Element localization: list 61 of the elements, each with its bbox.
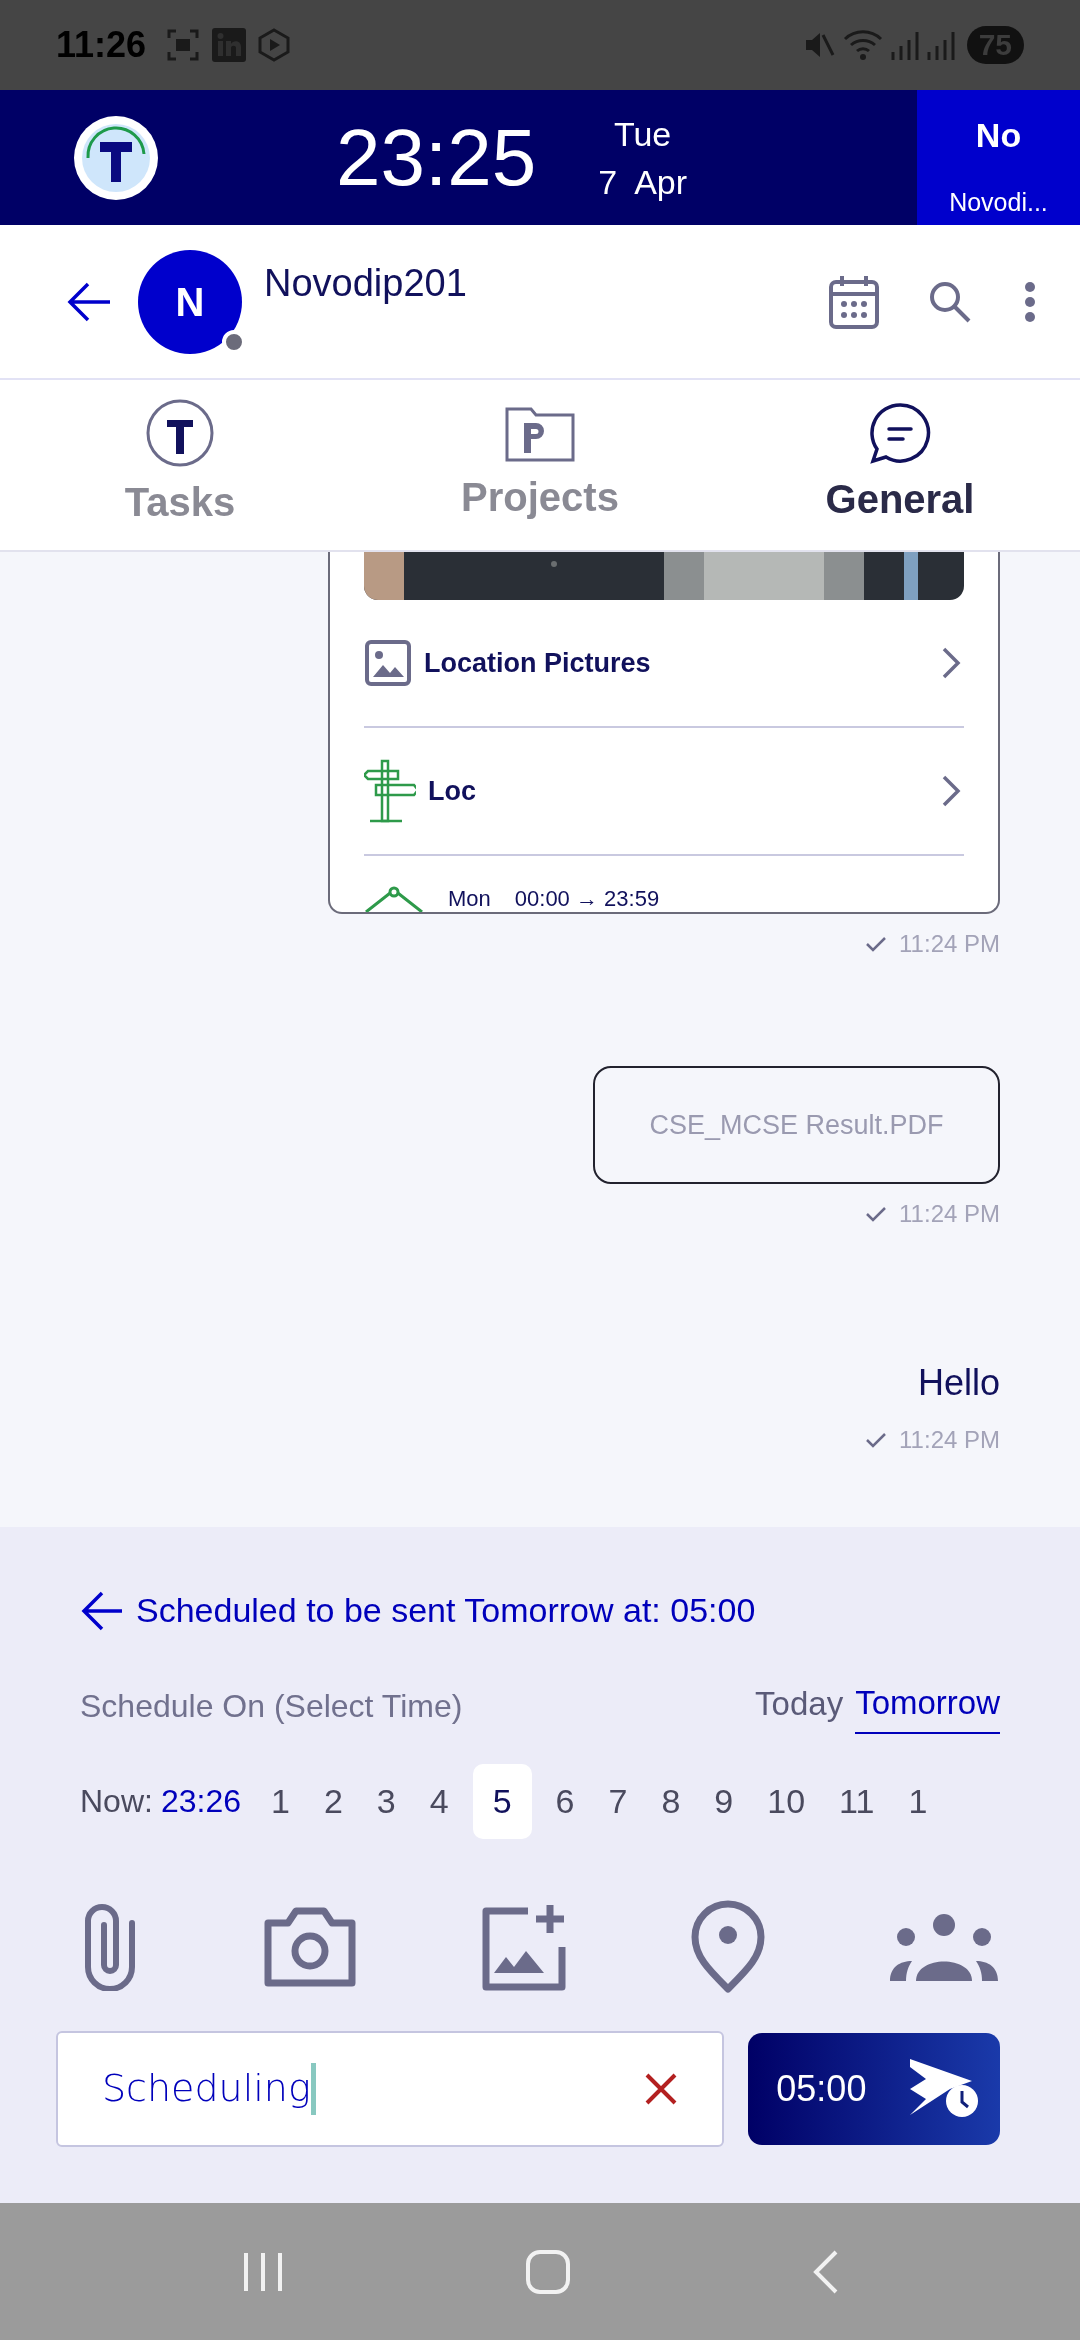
message-time: 11:24 PM xyxy=(899,929,1000,959)
message-text: Hello xyxy=(917,1361,1000,1405)
search-icon[interactable] xyxy=(928,279,972,324)
hour-option[interactable]: 4 xyxy=(419,1763,459,1839)
app-logo[interactable] xyxy=(74,115,158,200)
schedule-label: Schedule On (Select Time) xyxy=(80,1686,464,1726)
screenshot-icon xyxy=(166,28,201,62)
clock: 23:25 xyxy=(336,117,537,198)
day-label: Mon xyxy=(448,886,491,912)
play-icon xyxy=(258,28,291,62)
message-time: 11:24 PM xyxy=(899,1199,1000,1229)
check-icon xyxy=(865,936,888,952)
user-name: Novodi... xyxy=(949,186,1048,218)
day-option[interactable]: Tomorrow xyxy=(855,1678,1000,1734)
hour-option[interactable]: 3 xyxy=(366,1763,406,1839)
hour-option[interactable]: 10 xyxy=(757,1763,816,1839)
chat-bubble-icon xyxy=(868,401,932,465)
user-panel[interactable]: No Novodi... xyxy=(917,90,1080,225)
card-row-label[interactable]: Location Pictures xyxy=(424,642,940,684)
location-pin-icon[interactable] xyxy=(690,1898,766,1995)
hour-option[interactable]: 5 xyxy=(472,1763,532,1839)
hour-option[interactable]: 2 xyxy=(313,1763,353,1839)
wifi-icon xyxy=(842,29,883,61)
avatar[interactable]: N xyxy=(138,249,242,354)
date-label: 7 Apr xyxy=(598,161,688,203)
tab[interactable]: General xyxy=(720,380,1080,550)
hours-range: 00:00 → 23:59 xyxy=(514,886,660,912)
hour-option[interactable]: 9 xyxy=(704,1763,744,1839)
hour-option[interactable]: 6 xyxy=(545,1763,585,1839)
contact-name: Novodip201 xyxy=(264,261,467,306)
add-image-icon[interactable] xyxy=(480,1902,568,1991)
day-option[interactable]: Today xyxy=(755,1679,844,1733)
calendar-icon[interactable] xyxy=(828,273,880,330)
circled-t-icon xyxy=(145,398,215,468)
signal-icon xyxy=(926,30,955,60)
check-icon xyxy=(865,1206,888,1222)
user-initials: No xyxy=(975,115,1022,156)
hour-option[interactable]: 1 xyxy=(261,1763,300,1839)
message-input[interactable]: Scheduling xyxy=(56,2030,725,2147)
hour-option[interactable]: 8 xyxy=(651,1763,691,1839)
day-label: Tue xyxy=(613,113,672,155)
hour-option[interactable]: 7 xyxy=(598,1763,638,1839)
home-icon[interactable] xyxy=(525,2248,571,2295)
back-arrow-icon[interactable] xyxy=(66,281,112,322)
linkedin-icon xyxy=(212,28,247,62)
hour-option[interactable]: 1 xyxy=(898,1763,938,1839)
image-icon xyxy=(364,639,412,687)
card-row-label[interactable]: Loc xyxy=(428,770,940,812)
signpost-icon xyxy=(364,759,416,823)
schedule-summary: Scheduled to be sent Tomorrow at: 05:00 xyxy=(136,1590,756,1631)
hour-option[interactable]: 11 xyxy=(829,1763,885,1839)
send-button[interactable]: 05:00 xyxy=(748,2032,1000,2145)
message-time: 11:24 PM xyxy=(899,1425,1000,1455)
now-label: Now: xyxy=(80,1782,153,1821)
now-time: 23:26 xyxy=(160,1782,241,1821)
check-icon xyxy=(865,1432,888,1448)
status-time: 11:26 xyxy=(56,23,147,67)
more-icon[interactable] xyxy=(1024,280,1036,323)
back-arrow-icon[interactable] xyxy=(80,1590,124,1631)
clear-icon[interactable] xyxy=(644,2071,679,2106)
signal-icon xyxy=(890,30,919,60)
